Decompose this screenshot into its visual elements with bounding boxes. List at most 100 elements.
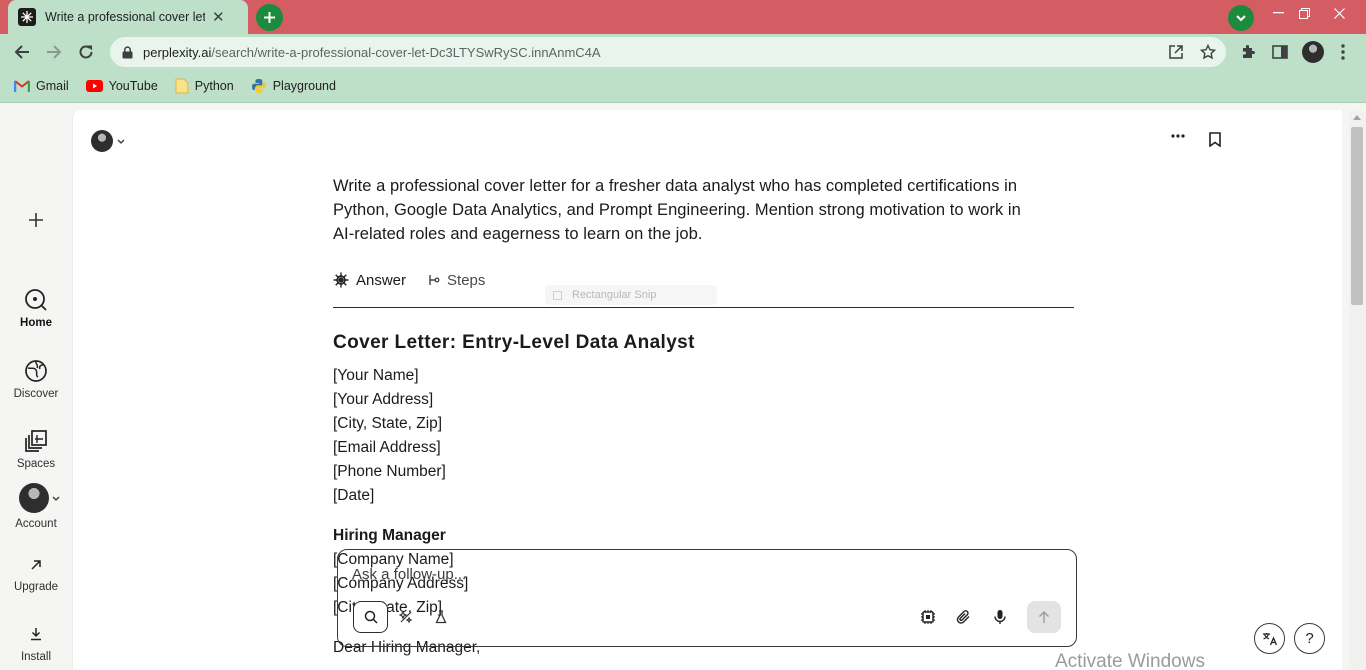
- tab-answer[interactable]: Answer: [333, 269, 406, 291]
- profile-avatar[interactable]: [1302, 41, 1324, 63]
- close-window-button[interactable]: [1326, 4, 1352, 22]
- share-icon[interactable]: [1167, 43, 1185, 61]
- download-icon: [30, 627, 42, 641]
- bookmark-star-icon[interactable]: [1199, 43, 1217, 61]
- search-mode-icon[interactable]: [353, 601, 389, 633]
- sender-line: [Phone Number]: [333, 463, 446, 480]
- address-bar[interactable]: perplexity.ai/search/write-a-professiona…: [110, 37, 1226, 67]
- chevron-down-icon: [117, 139, 125, 144]
- sidebar-item-label: Install: [20, 651, 52, 663]
- browser-menu-icon[interactable]: [1332, 41, 1354, 63]
- lock-icon[interactable]: [122, 45, 133, 59]
- research-mode-icon[interactable]: [388, 601, 423, 633]
- sidebar-item-label: Upgrade: [13, 581, 59, 593]
- steps-icon: [428, 274, 440, 286]
- gmail-icon: [14, 80, 30, 92]
- chevron-down-icon: [52, 496, 60, 501]
- avatar: [91, 130, 113, 152]
- python-icon: [251, 78, 267, 94]
- perplexity-favicon-icon: [18, 8, 36, 26]
- thread-panel: Write a professional cover letter for a …: [72, 110, 1342, 670]
- sidebar-item-home[interactable]: Home: [0, 288, 72, 329]
- globe-icon: [24, 359, 48, 383]
- bookmarks-bar: Gmail YouTube Python Playground: [0, 70, 1366, 103]
- sidebar-item-label: Home: [20, 317, 52, 329]
- back-button[interactable]: [10, 40, 34, 64]
- tab-label: Steps: [447, 271, 486, 289]
- activate-windows-watermark: Activate Windows: [1055, 651, 1205, 670]
- forward-button[interactable]: [42, 40, 66, 64]
- labs-mode-icon[interactable]: [424, 601, 459, 633]
- follow-up-composer[interactable]: Ask a follow-up...: [337, 549, 1077, 647]
- sender-line: [Email Address]: [333, 439, 441, 456]
- bookmark-label: YouTube: [108, 79, 158, 93]
- bookmark-youtube[interactable]: YouTube: [85, 79, 158, 93]
- mic-icon[interactable]: [988, 605, 1012, 629]
- scroll-up-icon[interactable]: [1353, 115, 1361, 120]
- scrollbar-thumb[interactable]: [1351, 127, 1363, 305]
- send-button[interactable]: [1027, 601, 1061, 633]
- bookmark-icon[interactable]: [1209, 132, 1221, 147]
- spaces-icon: [24, 429, 48, 453]
- sidebar-item-spaces[interactable]: Spaces: [0, 429, 72, 470]
- sender-line: [City, State, Zip]: [333, 415, 443, 432]
- translate-button[interactable]: [1254, 623, 1285, 654]
- side-panel-icon[interactable]: [1269, 41, 1291, 63]
- bookmark-label: Python: [194, 79, 234, 93]
- extensions-icon[interactable]: [1237, 41, 1259, 63]
- tab-steps[interactable]: Steps: [428, 269, 485, 291]
- sender-line: [Date]: [333, 487, 375, 504]
- minimize-button[interactable]: [1265, 4, 1291, 22]
- user-query: Write a professional cover letter for a …: [333, 174, 1033, 246]
- perplexity-icon: [333, 272, 349, 288]
- bookmark-label: Gmail: [36, 79, 69, 93]
- snip-label: Rectangular Snip: [572, 289, 657, 301]
- attach-icon[interactable]: [952, 605, 976, 629]
- avatar: [18, 483, 49, 513]
- page-scrollbar[interactable]: [1349, 111, 1366, 670]
- answer-heading: Cover Letter: Entry-Level Data Analyst: [333, 332, 695, 353]
- youtube-icon: [85, 80, 103, 92]
- sender-line: [Your Address]: [333, 391, 434, 408]
- url-host: perplexity.ai: [143, 44, 212, 60]
- snip-icon: [553, 290, 562, 300]
- sidebar-item-label: Spaces: [16, 458, 56, 470]
- url-path: /search/write-a-professional-cover-let-D…: [211, 44, 601, 60]
- url-text: perplexity.ai/search/write-a-professiona…: [143, 45, 601, 60]
- browser-toolbar: perplexity.ai/search/write-a-professiona…: [0, 34, 1366, 70]
- new-tab-button[interactable]: [256, 4, 283, 31]
- browser-tab[interactable]: Write a professional cover letter f ✕: [8, 0, 248, 34]
- plus-icon[interactable]: [24, 208, 48, 232]
- tab-search-button[interactable]: [1228, 5, 1254, 31]
- recipient-title: Hiring Manager: [333, 527, 446, 544]
- bookmark-python[interactable]: Python: [175, 78, 234, 94]
- help-button[interactable]: ?: [1294, 623, 1325, 654]
- reload-button[interactable]: [74, 40, 98, 64]
- sidebar-item-label: Account: [15, 518, 57, 530]
- sender-line: [Your Name]: [333, 367, 419, 384]
- sidebar-item-account[interactable]: Account: [0, 483, 72, 530]
- snip-tool-overlay: Rectangular Snip: [545, 285, 717, 305]
- query-text: Write a professional cover letter for a …: [333, 177, 1021, 243]
- search-mode-toggle: [353, 601, 459, 633]
- browser-tab-strip: Write a professional cover letter f ✕: [0, 0, 1366, 34]
- follow-up-input[interactable]: Ask a follow-up...: [352, 566, 466, 583]
- more-options-icon[interactable]: [1171, 134, 1185, 138]
- thread-owner-avatar[interactable]: [91, 130, 125, 152]
- folder-icon: [175, 78, 189, 94]
- arrow-up-right-icon: [30, 559, 42, 571]
- restore-button[interactable]: [1291, 4, 1317, 22]
- page-viewport: Home Discover Spaces Account Upgrade Ins…: [0, 103, 1366, 670]
- bookmark-label: Playground: [272, 79, 336, 93]
- result-tabs: Answer Steps Rectangular Snip: [333, 269, 1074, 308]
- sidebar-item-install[interactable]: Install: [0, 627, 72, 663]
- tab-title: Write a professional cover letter f: [45, 10, 205, 24]
- tab-close-icon[interactable]: ✕: [212, 10, 225, 25]
- model-chip-icon[interactable]: [916, 605, 940, 629]
- send-arrow-icon: [1038, 610, 1050, 624]
- sidebar-item-discover[interactable]: Discover: [0, 359, 72, 400]
- bookmark-playground[interactable]: Playground: [251, 78, 336, 94]
- sidebar-item-upgrade[interactable]: Upgrade: [0, 559, 72, 593]
- tab-label: Answer: [356, 271, 407, 289]
- bookmark-gmail[interactable]: Gmail: [14, 79, 69, 93]
